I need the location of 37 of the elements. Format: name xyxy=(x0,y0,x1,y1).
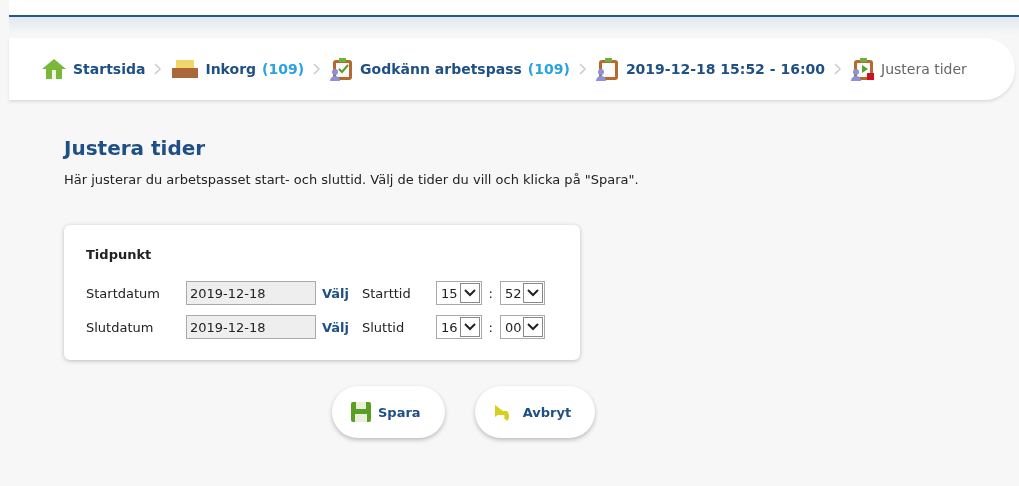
breadcrumb-link[interactable]: Startsida xyxy=(41,58,146,80)
clipboard-icon xyxy=(595,57,620,81)
minute-select[interactable]: 52 xyxy=(499,281,546,305)
hour-select[interactable]: 15 xyxy=(436,281,482,305)
breadcrumb-link[interactable]: Inkorg (109) xyxy=(171,59,305,79)
intro-text: Här justerar du arbetspasset start- och sluttid. Välj de tider du vill och klicka på "Spara". xyxy=(64,172,640,187)
hour-select[interactable]: 16 xyxy=(436,315,482,339)
chevron-icon xyxy=(834,63,842,75)
home-icon xyxy=(41,58,67,80)
breadcrumb-link[interactable]: 2019-12-18 15:52 - 16:00 xyxy=(595,57,825,81)
chevron-down-icon xyxy=(527,289,540,297)
breadcrumb-link[interactable]: Justera tider xyxy=(851,57,967,81)
clipboard-play-icon xyxy=(851,57,875,81)
cancel-button[interactable]: Avbryt xyxy=(474,386,596,438)
date-field[interactable]: 2019-12-18 xyxy=(186,315,316,339)
field-label: Starttid xyxy=(362,285,412,301)
pick-link[interactable]: Välj xyxy=(322,319,362,335)
page-heading: Justera tider xyxy=(64,136,207,160)
field-label: Startdatum xyxy=(86,285,161,301)
chevron-icon xyxy=(313,63,322,75)
chevron-icon xyxy=(154,63,163,75)
chevron-down-icon xyxy=(463,323,476,331)
inbox-icon xyxy=(171,59,200,79)
breadcrumb-link[interactable]: Godkänn arbetspass (109) xyxy=(330,57,570,81)
field-label: Sluttid xyxy=(362,319,406,335)
chevron-down-icon xyxy=(463,289,476,297)
minute-select[interactable]: 00 xyxy=(499,315,546,339)
clipboard-check-icon xyxy=(330,57,355,81)
save-button[interactable]: Spara xyxy=(332,386,445,438)
chevron-icon xyxy=(578,63,587,75)
time-separator: : xyxy=(488,285,493,301)
section-title: Tidpunkt xyxy=(86,247,153,262)
chevron-down-icon xyxy=(527,323,540,331)
time-separator: : xyxy=(488,319,493,335)
pick-link[interactable]: Välj xyxy=(322,285,362,301)
field-label: Slutdatum xyxy=(86,319,155,335)
date-field[interactable]: 2019-12-18 xyxy=(186,281,316,305)
